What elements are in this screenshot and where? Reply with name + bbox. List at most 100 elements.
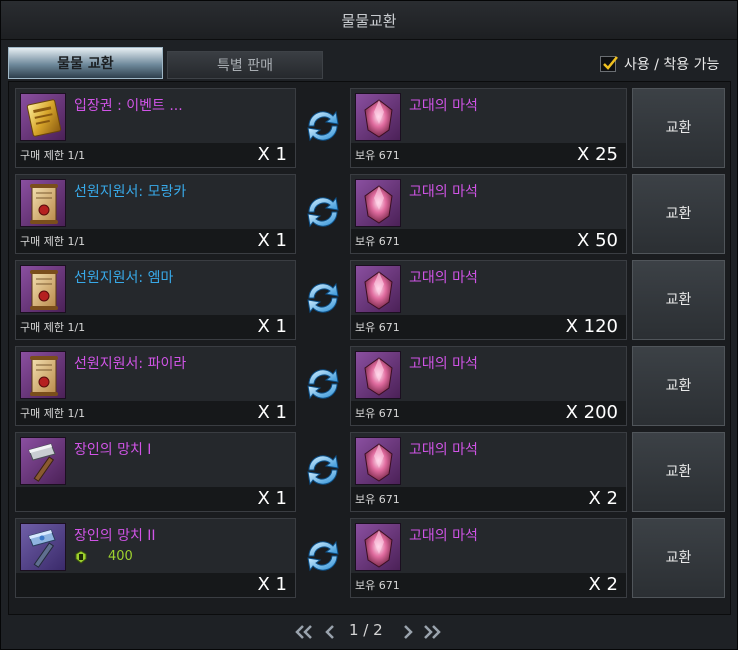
usable-filter-label: 사용 / 착용 가능 [624,57,720,73]
reward-quantity: X 1 [257,402,287,423]
cost-quantity: X 120 [565,316,618,337]
title-bar[interactable]: 물물교환 [1,1,737,40]
reward-quantity: X 1 [257,488,287,509]
artisan-hammer-icon [20,437,66,485]
last-page-icon[interactable] [421,623,443,641]
reward-footer: 구매 제한 1/1 X 1 [16,229,295,253]
reward-footer: X 1 [16,487,295,511]
exchange-arrows-icon [307,110,339,142]
reward-item-slot[interactable]: 선원지원서: 엠마 구매 제한 1/1 X 1 [15,260,296,340]
reward-item-name: 입장권 : 이벤트 ... [74,98,183,114]
exchange-button[interactable]: 교환 [632,518,725,598]
cost-footer: 보유 671 X 2 [351,487,626,511]
ancient-magic-stone-icon [355,93,401,141]
cost-quantity: X 50 [577,230,618,251]
owned-count: 보유 671 [355,579,400,592]
reward-item-slot[interactable]: 장인의 망치 II 400 X 1 [15,518,296,598]
tab-barter[interactable]: 물물 교환 [8,47,163,79]
cost-footer: 보유 671 X 2 [351,573,626,597]
cost-footer: 보유 671 X 200 [351,401,626,425]
exchange-arrows-icon [307,196,339,228]
ancient-magic-stone-icon [355,351,401,399]
cost-quantity: X 200 [565,402,618,423]
first-page-icon[interactable] [293,623,315,641]
exchange-button[interactable]: 교환 [632,432,725,512]
purchase-limit: 구매 제한 1/1 [20,149,86,162]
next-page-icon[interactable] [397,623,419,641]
ancient-magic-stone-icon [355,437,401,485]
cost-item-slot[interactable]: 고대의 마석 보유 671 X 200 [350,346,627,426]
reward-item-slot[interactable]: 장인의 망치 I X 1 [15,432,296,512]
pagination: 1 / 2 [1,621,737,641]
reward-item-slot[interactable]: 선원지원서: 모랑카 구매 제한 1/1 X 1 [15,174,296,254]
reward-footer: 구매 제한 1/1 X 1 [16,143,295,167]
owned-count: 보유 671 [355,321,400,334]
reward-item-slot[interactable]: 선원지원서: 파이라 구매 제한 1/1 X 1 [15,346,296,426]
exchange-button[interactable]: 교환 [632,260,725,340]
usable-filter-checkbox[interactable] [600,56,618,72]
exchange-button[interactable]: 교환 [632,346,725,426]
exchange-button[interactable]: 교환 [632,88,725,168]
cost-item-slot[interactable]: 고대의 마석 보유 671 X 50 [350,174,627,254]
item-level-value: 400 [108,549,133,564]
cost-item-name: 고대의 마석 [409,184,478,200]
exchange-button[interactable]: 교환 [632,174,725,254]
reward-quantity: X 1 [257,230,287,251]
ancient-magic-stone-icon [355,265,401,313]
cost-footer: 보유 671 X 25 [351,143,626,167]
barter-row: 선원지원서: 엠마 구매 제한 1/1 X 1 고대의 마석 보유 671 X … [15,260,725,340]
cost-item-name: 고대의 마석 [409,270,478,286]
owned-count: 보유 671 [355,149,400,162]
owned-count: 보유 671 [355,493,400,506]
sailor-application-scroll-icon [20,351,66,399]
owned-count: 보유 671 [355,407,400,420]
reward-quantity: X 1 [257,144,287,165]
cost-item-name: 고대의 마석 [409,528,478,544]
golden-ticket-icon [20,93,66,141]
artisan-hammer-icon [20,523,66,571]
sailor-application-scroll-icon [20,179,66,227]
reward-item-name: 선원지원서: 파이라 [74,356,187,372]
cost-item-slot[interactable]: 고대의 마석 보유 671 X 25 [350,88,627,168]
reward-item-name: 선원지원서: 모랑카 [74,184,187,200]
ancient-magic-stone-icon [355,179,401,227]
cost-item-slot[interactable]: 고대의 마석 보유 671 X 2 [350,518,627,598]
barter-row: 장인의 망치 II 400 X 1 고대의 마석 보유 671 X 2 교환 [15,518,725,598]
reward-item-name: 장인의 망치 I [74,442,152,458]
reward-item-name: 선원지원서: 엠마 [74,270,174,286]
purchase-limit: 구매 제한 1/1 [20,235,86,248]
cost-footer: 보유 671 X 120 [351,315,626,339]
reward-footer: X 1 [16,573,295,597]
barter-row: 장인의 망치 I X 1 고대의 마석 보유 671 X 2 교환 [15,432,725,512]
page-indicator: 1 / 2 [349,621,383,639]
tab-special-sale[interactable]: 특별 판매 [167,51,323,79]
exchange-arrows-icon [307,368,339,400]
barter-window: 물물교환 물물 교환 특별 판매 사용 / 착용 가능 입장권: 이벤트 ..… [0,0,738,650]
reward-quantity: X 1 [257,316,287,337]
barter-row: 선원지원서: 파이라 구매 제한 1/1 X 1 고대의 마석 보유 671 X… [15,346,725,426]
purchase-limit: 구매 제한 1/1 [20,407,86,420]
reward-footer: 구매 제한 1/1 X 1 [16,315,295,339]
owned-count: 보유 671 [355,235,400,248]
reward-footer: 구매 제한 1/1 X 1 [16,401,295,425]
cost-quantity: X 2 [588,574,618,595]
cost-quantity: X 2 [588,488,618,509]
item-level-icon [75,550,87,564]
barter-row: 선원지원서: 모랑카 구매 제한 1/1 X 1 고대의 마석 보유 671 X… [15,174,725,254]
cost-item-slot[interactable]: 고대의 마석 보유 671 X 120 [350,260,627,340]
prev-page-icon[interactable] [319,623,341,641]
reward-quantity: X 1 [257,574,287,595]
reward-item-slot[interactable]: 입장권 : 이벤트 ... 구매 제한 1/1 X 1 [15,88,296,168]
barter-list: 입장권 : 이벤트 ... 구매 제한 1/1 X 1 고대의 마석 보유 67… [8,81,731,615]
window-title: 물물교환 [341,12,397,30]
cost-quantity: X 25 [577,144,618,165]
cost-footer: 보유 671 X 50 [351,229,626,253]
cost-item-name: 고대의 마석 [409,442,478,458]
exchange-arrows-icon [307,282,339,314]
checkmark-icon [603,56,618,70]
barter-row: 입장권 : 이벤트 ... 구매 제한 1/1 X 1 고대의 마석 보유 67… [15,88,725,168]
cost-item-slot[interactable]: 고대의 마석 보유 671 X 2 [350,432,627,512]
exchange-arrows-icon [307,540,339,572]
sailor-application-scroll-icon [20,265,66,313]
exchange-arrows-icon [307,454,339,486]
